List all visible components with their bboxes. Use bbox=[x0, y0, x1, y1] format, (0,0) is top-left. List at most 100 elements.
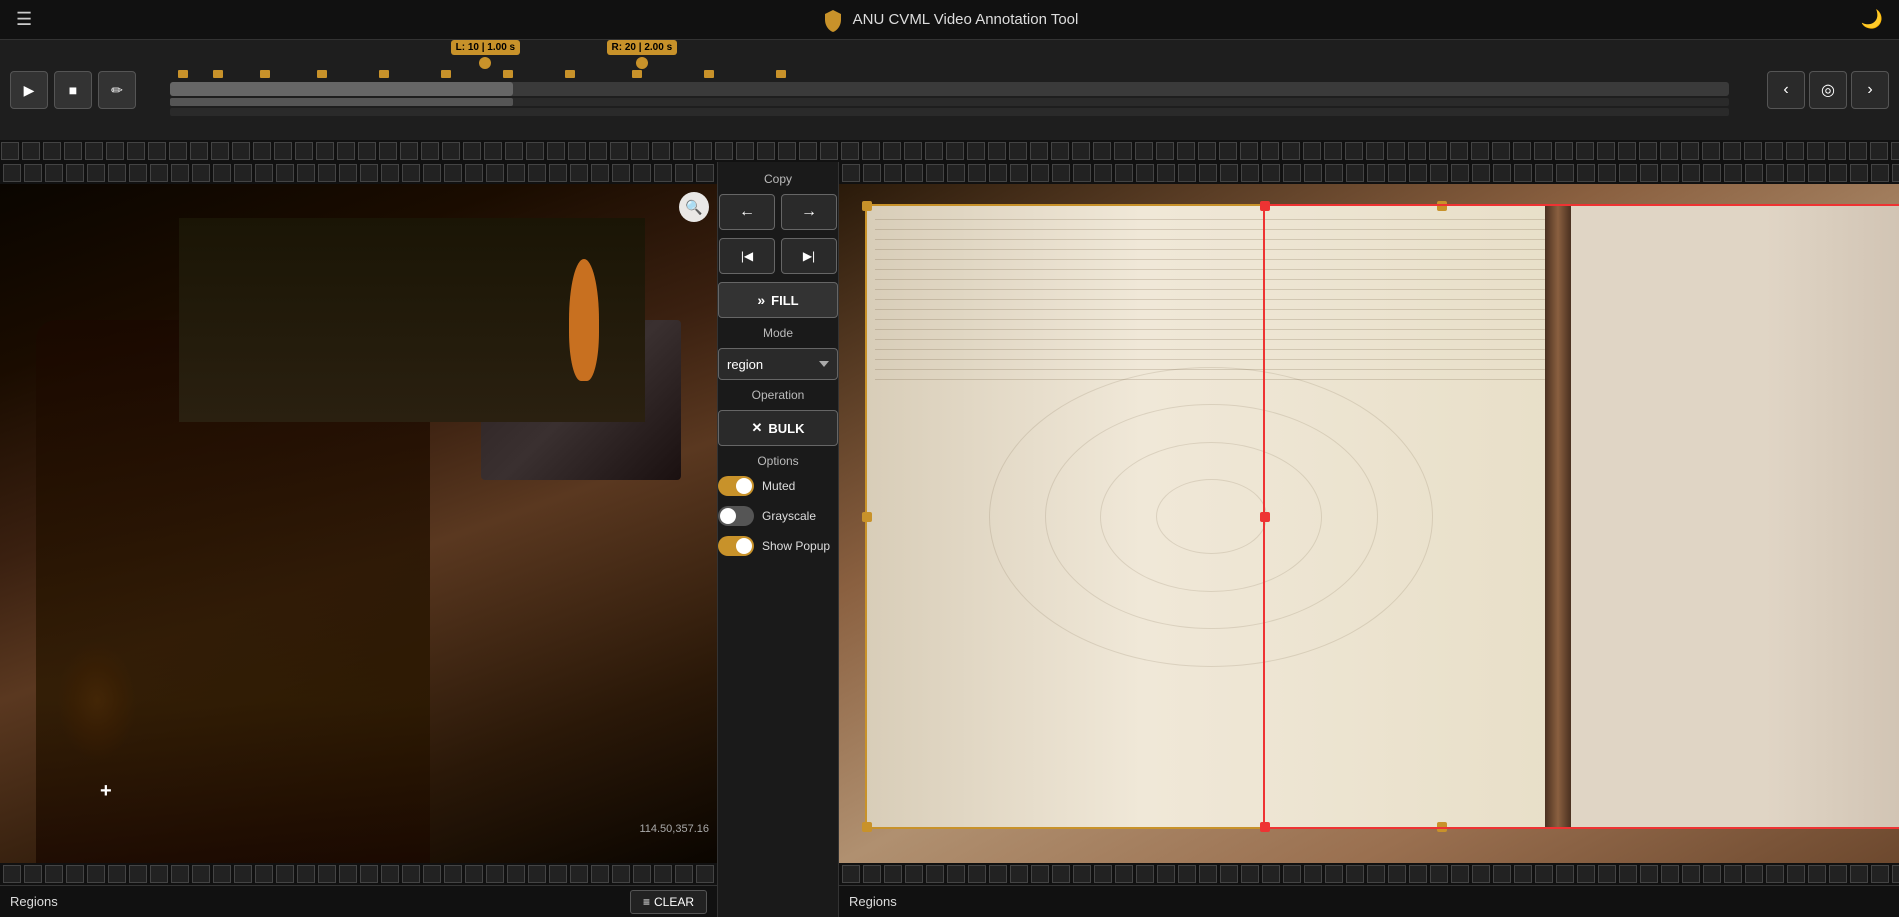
film-cell bbox=[318, 164, 336, 182]
film-cell bbox=[1472, 164, 1490, 182]
film-cell bbox=[295, 142, 313, 160]
skip-end-button[interactable]: ▶| bbox=[781, 238, 837, 274]
film-cell bbox=[1199, 865, 1217, 883]
film-cell bbox=[1115, 164, 1133, 182]
film-cell bbox=[799, 142, 817, 160]
right-bottom-bar: Regions ≡ CLEAR bbox=[839, 885, 1899, 917]
film-cell bbox=[381, 865, 399, 883]
film-cell bbox=[1471, 142, 1489, 160]
film-cell bbox=[1744, 142, 1762, 160]
timeline-handle-left[interactable]: L: 10 | 1.00 s bbox=[451, 40, 521, 69]
left-video-panel: 🔍 + 114.50,357.16 Regions ≡ CLEAR bbox=[0, 162, 717, 917]
timeline-handle-right[interactable]: R: 20 | 2.00 s bbox=[607, 40, 678, 69]
left-top-film-strip bbox=[0, 162, 717, 184]
film-cell bbox=[274, 142, 292, 160]
film-cell bbox=[1199, 164, 1217, 182]
film-cell bbox=[234, 164, 252, 182]
fill-button[interactable]: » FILL bbox=[718, 282, 838, 318]
film-cell bbox=[64, 142, 82, 160]
arrow-right-button[interactable]: → bbox=[781, 194, 837, 230]
bulk-button[interactable]: ✕ BULK bbox=[718, 410, 838, 446]
film-cell bbox=[1892, 865, 1899, 883]
film-cell bbox=[87, 865, 105, 883]
coordinates: 114.50,357.16 bbox=[639, 823, 709, 835]
film-cell bbox=[904, 142, 922, 160]
left-video-frame[interactable]: 🔍 + 114.50,357.16 bbox=[0, 184, 717, 863]
show-popup-toggle-thumb bbox=[736, 538, 752, 554]
mode-select[interactable]: region point polygon bbox=[718, 348, 838, 380]
timeline-bar[interactable] bbox=[170, 82, 1729, 96]
zoom-button[interactable]: 🔍 bbox=[679, 192, 709, 222]
edit-button[interactable]: ✏ bbox=[98, 71, 136, 109]
film-cell bbox=[1514, 865, 1532, 883]
menu-icon[interactable]: ☰ bbox=[16, 9, 32, 30]
film-cell bbox=[654, 865, 672, 883]
film-cell bbox=[402, 865, 420, 883]
film-cell bbox=[841, 142, 859, 160]
left-clear-label: CLEAR bbox=[654, 895, 694, 909]
film-cell bbox=[297, 164, 315, 182]
film-cell bbox=[423, 164, 441, 182]
film-cell bbox=[862, 142, 880, 160]
left-scene bbox=[0, 184, 717, 863]
arrow-buttons-row: ← → bbox=[719, 194, 837, 230]
film-cell bbox=[484, 142, 502, 160]
timeline-next-button[interactable]: › bbox=[1851, 71, 1889, 109]
arrow-left-button[interactable]: ← bbox=[719, 194, 775, 230]
top-bar: ☰ ANU CVML Video Annotation Tool 🌙 bbox=[0, 0, 1899, 40]
film-cell bbox=[1030, 142, 1048, 160]
film-cell bbox=[1136, 164, 1154, 182]
film-cell bbox=[1052, 164, 1070, 182]
film-cell bbox=[442, 142, 460, 160]
film-cell bbox=[1219, 142, 1237, 160]
film-cell bbox=[379, 142, 397, 160]
handle-left-label: L: 10 | 1.00 s bbox=[451, 40, 521, 55]
film-cell bbox=[820, 142, 838, 160]
timeline-center-button[interactable]: ◎ bbox=[1809, 71, 1847, 109]
grayscale-toggle[interactable] bbox=[718, 506, 754, 526]
left-clear-button[interactable]: ≡ CLEAR bbox=[630, 890, 707, 914]
film-cell bbox=[276, 865, 294, 883]
muted-toggle[interactable] bbox=[718, 476, 754, 496]
film-cell bbox=[1891, 142, 1899, 160]
right-video-frame[interactable] bbox=[839, 184, 1899, 863]
timeline-prev-button[interactable]: ‹ bbox=[1767, 71, 1805, 109]
film-cell bbox=[1576, 142, 1594, 160]
film-cell bbox=[1073, 865, 1091, 883]
handle-right-dot[interactable] bbox=[636, 57, 648, 69]
film-cell bbox=[108, 164, 126, 182]
film-cell bbox=[883, 142, 901, 160]
film-cell bbox=[1241, 164, 1259, 182]
film-cell bbox=[1619, 865, 1637, 883]
show-popup-toggle[interactable] bbox=[718, 536, 754, 556]
film-cell bbox=[1639, 142, 1657, 160]
film-cell bbox=[1745, 164, 1763, 182]
film-cell bbox=[1031, 865, 1049, 883]
moon-icon[interactable]: 🌙 bbox=[1861, 9, 1883, 30]
film-cell bbox=[1765, 142, 1783, 160]
handle-right-label: R: 20 | 2.00 s bbox=[607, 40, 678, 55]
options-label: Options bbox=[757, 454, 798, 468]
film-cell bbox=[1430, 164, 1448, 182]
film-cell bbox=[1723, 142, 1741, 160]
timeline-track[interactable]: L: 10 | 1.00 s R: 20 | 2.00 s bbox=[170, 50, 1729, 130]
play-button[interactable]: ▶ bbox=[10, 71, 48, 109]
film-cell bbox=[1345, 142, 1363, 160]
timeline-marker bbox=[317, 70, 327, 78]
show-popup-label: Show Popup bbox=[762, 539, 830, 553]
film-cell bbox=[192, 865, 210, 883]
film-cell bbox=[591, 865, 609, 883]
skip-buttons-row: |◀ ▶| bbox=[719, 238, 837, 274]
film-cell bbox=[1135, 142, 1153, 160]
film-cell bbox=[1472, 865, 1490, 883]
right-bottom-film-strip bbox=[839, 863, 1899, 885]
film-cell bbox=[757, 142, 775, 160]
handle-left-dot[interactable] bbox=[479, 57, 491, 69]
film-cell bbox=[842, 164, 860, 182]
options-row: Muted Grayscale Show Popup bbox=[718, 476, 838, 556]
film-cell bbox=[968, 865, 986, 883]
stop-button[interactable]: ■ bbox=[54, 71, 92, 109]
film-cell bbox=[1282, 142, 1300, 160]
skip-start-button[interactable]: |◀ bbox=[719, 238, 775, 274]
film-cell bbox=[1703, 164, 1721, 182]
